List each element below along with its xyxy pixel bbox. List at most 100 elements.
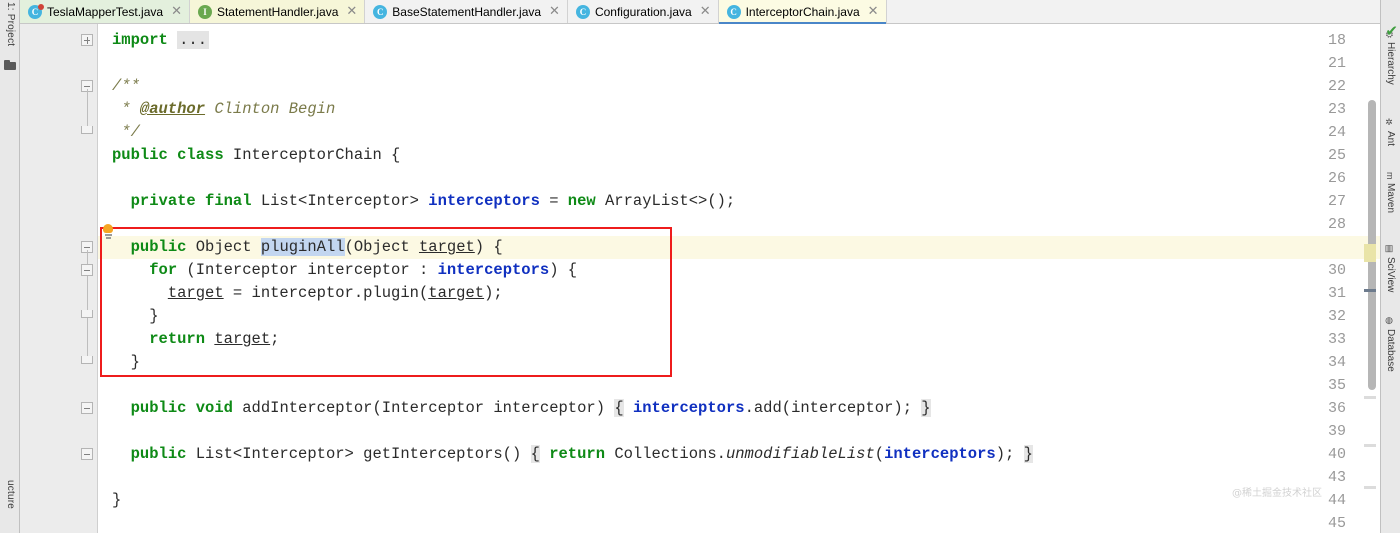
code-token: ArrayList<>();	[596, 192, 736, 210]
code-token: {	[614, 399, 623, 417]
code-line[interactable]: private final List<Interceptor> intercep…	[112, 190, 735, 213]
code-token: ) {	[549, 261, 577, 279]
code-token: }	[1024, 445, 1033, 463]
code-token	[112, 284, 168, 302]
watermark-text: @稀土掘金技术社区	[1232, 484, 1322, 499]
code-token	[205, 330, 214, 348]
editor-tab-configuration[interactable]: CConfiguration.java✕	[568, 0, 719, 23]
editor-tab-statementhandler[interactable]: I StatementHandler.java ✕	[190, 0, 365, 23]
code-token	[112, 399, 131, 417]
scroll-tick-1	[1364, 396, 1376, 399]
sidebar-item-ant[interactable]: ✲ Ant	[1380, 118, 1400, 166]
code-token: target	[419, 238, 475, 256]
editor-tab-teslamappertest[interactable]: CTeslaMapperTest.java✕	[20, 0, 190, 23]
code-token: target	[214, 330, 270, 348]
sidebar-item-maven-label: Maven	[1380, 183, 1400, 213]
fold-marker-method-addinterceptor[interactable]	[81, 402, 93, 414]
editor-tab-label: StatementHandler.java	[217, 5, 338, 19]
code-line[interactable]: public List<Interceptor> getInterceptors…	[112, 443, 1033, 466]
code-token: pluginAll	[261, 238, 345, 256]
code-line[interactable]: */	[112, 121, 140, 144]
close-icon[interactable]: ✕	[868, 5, 879, 18]
sidebar-item-database-label: Database	[1380, 329, 1400, 372]
code-line[interactable]: }	[112, 305, 159, 328]
code-token: ...	[177, 31, 209, 49]
fold-marker-method-end[interactable]	[81, 356, 93, 364]
code-token: for	[149, 261, 177, 279]
close-icon[interactable]: ✕	[171, 5, 182, 18]
editor-tab-basestatementhandler[interactable]: CBaseStatementHandler.java✕	[365, 0, 568, 23]
scroll-tick-3	[1364, 486, 1376, 489]
code-token: import	[112, 31, 168, 49]
code-token: (Interceptor interceptor :	[177, 261, 437, 279]
code-token: (	[875, 445, 884, 463]
code-line[interactable]: public Object pluginAll(Object target) {	[112, 236, 503, 259]
code-token: new	[568, 192, 596, 210]
fold-marker-for-end[interactable]	[81, 310, 93, 318]
maven-icon: m	[1380, 172, 1400, 180]
java-class-icon: C	[576, 5, 590, 19]
code-token: */	[112, 123, 140, 141]
fold-marker-for-loop[interactable]	[81, 264, 93, 276]
editor-tab-label: BaseStatementHandler.java	[392, 5, 541, 19]
code-token: interceptors	[438, 261, 550, 279]
close-icon[interactable]: ✕	[346, 5, 357, 18]
sidebar-item-ant-label: Ant	[1380, 131, 1400, 146]
close-icon[interactable]: ✕	[549, 5, 560, 18]
code-line[interactable]: /**	[112, 75, 140, 98]
editor-gutter[interactable]	[20, 24, 98, 533]
sciview-icon: ▥	[1380, 244, 1400, 254]
code-token: );	[484, 284, 503, 302]
code-line[interactable]: target = interceptor.plugin(target);	[112, 282, 503, 305]
code-editor[interactable]: 1821222324252627282930313233343536394043…	[20, 24, 1380, 533]
code-line[interactable]: for (Interceptor interceptor : intercept…	[112, 259, 577, 282]
code-token: Clinton Begin	[205, 100, 335, 118]
fold-region-line	[87, 89, 88, 127]
close-icon[interactable]: ✕	[700, 5, 711, 18]
sidebar-item-project-label: 1: Project	[5, 2, 16, 46]
ant-icon: ✲	[1380, 118, 1400, 128]
code-token: public void	[131, 399, 233, 417]
code-token: target	[168, 284, 224, 302]
code-line[interactable]: public void addInterceptor(Interceptor i…	[112, 397, 931, 420]
code-token	[168, 31, 177, 49]
intention-bulb-icon[interactable]	[103, 224, 113, 237]
sidebar-item-database[interactable]: ◍ Database	[1380, 316, 1400, 394]
code-token: addInterceptor(Interceptor interceptor)	[233, 399, 614, 417]
code-line[interactable]: }	[112, 489, 121, 512]
code-token: return	[149, 330, 205, 348]
fold-marker-method-getinterceptors[interactable]	[81, 448, 93, 460]
sidebar-item-maven[interactable]: m Maven	[1380, 172, 1400, 238]
sidebar-item-structure[interactable]: ucture	[0, 480, 20, 533]
code-token	[112, 330, 149, 348]
editor-tab-interceptorchain[interactable]: CInterceptorChain.java✕	[719, 0, 887, 23]
code-line[interactable]: return target;	[112, 328, 279, 351]
code-token: target	[428, 284, 484, 302]
code-token: }	[112, 307, 159, 325]
code-content[interactable]: import ... /** * @author Clinton Begin */…	[98, 24, 1380, 533]
sidebar-item-hierarchy-label: Hierarchy	[1380, 42, 1400, 85]
editor-vertical-scrollbar[interactable]	[1367, 24, 1377, 533]
code-line[interactable]: * @author Clinton Begin	[112, 98, 335, 121]
sidebar-item-hierarchy[interactable]: ⛭ Hierarchy	[1380, 30, 1400, 110]
code-line[interactable]: import ...	[112, 29, 209, 52]
code-token	[112, 238, 131, 256]
fold-marker-javadoc-end[interactable]	[81, 126, 93, 134]
code-line[interactable]: public class InterceptorChain {	[112, 144, 400, 167]
sidebar-item-sciview[interactable]: ▥ SciView	[1380, 244, 1400, 310]
idea-window: 1: Project ucture ⛭ Hierarchy ✲ Ant m Ma…	[0, 0, 1400, 533]
code-token: .add(interceptor);	[745, 399, 922, 417]
code-line[interactable]: }	[112, 351, 140, 374]
code-token: Object	[186, 238, 260, 256]
editor-tab-label: InterceptorChain.java	[746, 5, 860, 19]
sidebar-item-structure-label: ucture	[5, 480, 16, 509]
inspection-status-icon[interactable]: ✔	[1385, 24, 1398, 39]
code-token: public	[131, 238, 187, 256]
right-tool-window-bar: ⛭ Hierarchy ✲ Ant m Maven ▥ SciView ◍ Da…	[1380, 0, 1400, 533]
code-token: *	[112, 100, 140, 118]
fold-marker-column[interactable]	[79, 24, 97, 533]
java-interface-icon: I	[198, 5, 212, 19]
code-token: Collections.	[605, 445, 726, 463]
fold-marker-imports[interactable]	[81, 34, 93, 46]
code-token: unmodifiableList	[726, 445, 875, 463]
